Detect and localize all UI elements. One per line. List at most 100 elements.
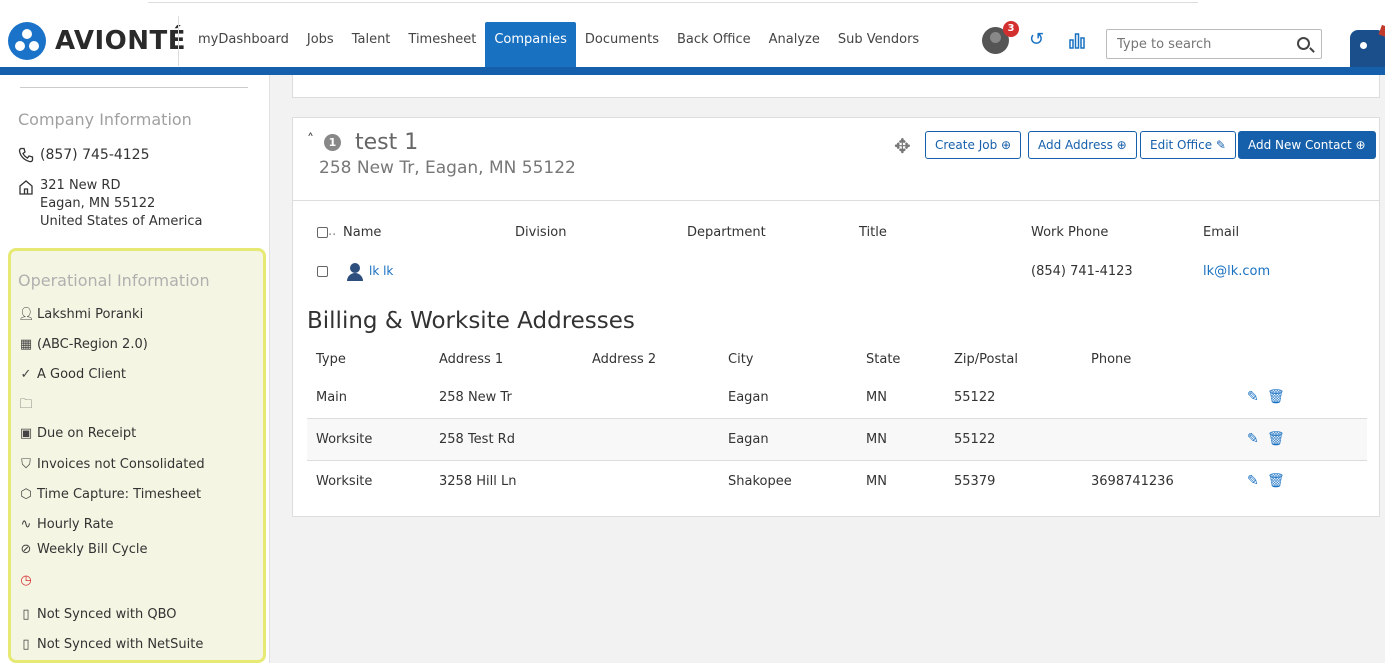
addr-col-zip[interactable]: Zip/Postal <box>954 352 1018 367</box>
addr-state: MN <box>866 390 887 405</box>
contacts-col-title[interactable]: Title <box>859 225 887 240</box>
contact-avatar-icon <box>346 263 364 281</box>
office-card: ˄ 1 test 1 258 New Tr, Eagan, MN 55122 ✥… <box>292 117 1380 517</box>
nav-item-analyze[interactable]: Analyze <box>760 22 829 67</box>
op-region-row: ▦ (ABC-Region 2.0) <box>18 337 148 352</box>
calendar-icon: ▣ <box>19 426 33 441</box>
contact-work-phone: (854) 741-4123 <box>1031 264 1133 279</box>
brand-logo[interactable]: AVIONTÉ <box>8 22 186 60</box>
nav-item-sub-vendors[interactable]: Sub Vendors <box>829 22 928 67</box>
nav-item-talent[interactable]: Talent <box>343 22 400 67</box>
bar-chart-icon[interactable] <box>1068 31 1086 53</box>
contact-name-link[interactable]: lk lk <box>369 264 393 278</box>
contacts-col-department[interactable]: Department <box>687 225 766 240</box>
select-all-checkbox[interactable] <box>317 227 328 238</box>
create-job-button[interactable]: Create Job ⊕ <box>925 131 1022 159</box>
user-icon: 👤︎ <box>18 307 35 322</box>
addr-col-phone[interactable]: Phone <box>1091 352 1131 367</box>
addr-type: Worksite <box>316 432 373 447</box>
contacts-col-name[interactable]: Name <box>343 225 381 240</box>
op-time-capture-row: ⬡ Time Capture: Timesheet <box>18 487 201 502</box>
table-row: Worksite 258 Test Rd Eagan MN 55122 ✎ 🗑︎ <box>307 419 1367 461</box>
addr-zip: 55379 <box>954 474 996 489</box>
previous-card-bottom <box>292 75 1380 98</box>
office-number-badge: 1 <box>324 134 341 151</box>
company-info-title: Company Information <box>18 110 192 129</box>
contacts-col-email[interactable]: Email <box>1203 225 1239 240</box>
op-netsuite-row: ▯ Not Synced with NetSuite <box>18 637 203 652</box>
addr-col-address1[interactable]: Address 1 <box>439 352 503 367</box>
op-invoices: Invoices not Consolidated <box>37 457 205 472</box>
nav-item-documents[interactable]: Documents <box>576 22 668 67</box>
company-address-line1: 321 New RD <box>40 178 121 193</box>
op-netsuite: Not Synced with NetSuite <box>37 637 204 652</box>
op-folder-row: 🗀︎ <box>18 395 37 417</box>
select-all-dropdown-icon[interactable]: .. <box>328 224 336 239</box>
contact-row-checkbox[interactable] <box>317 266 328 277</box>
global-search[interactable] <box>1106 29 1322 59</box>
op-time-capture: Time Capture: Timesheet <box>37 487 202 502</box>
office-name: test 1 <box>355 130 419 155</box>
sidebar-divider <box>20 87 248 88</box>
edit-pencil-icon[interactable]: ✎ <box>1247 431 1259 447</box>
move-icon[interactable]: ✥ <box>894 134 911 158</box>
op-qbo-row: ▯ Not Synced with QBO <box>18 607 177 622</box>
add-new-contact-button[interactable]: Add New Contact ⊕ <box>1238 131 1376 159</box>
book-icon: ▯ <box>22 607 30 622</box>
search-input[interactable] <box>1107 30 1282 58</box>
addr-col-address2[interactable]: Address 2 <box>592 352 656 367</box>
delete-trash-icon[interactable]: 🗑︎ <box>1267 431 1285 447</box>
op-region: (ABC-Region 2.0) <box>37 337 148 352</box>
edit-pencil-icon[interactable]: ✎ <box>1247 473 1259 489</box>
addr-col-city[interactable]: City <box>728 352 753 367</box>
contact-email-link[interactable]: lk@lk.com <box>1203 264 1270 279</box>
search-icon[interactable] <box>1297 37 1310 50</box>
nav-item-jobs[interactable]: Jobs <box>298 22 343 67</box>
addr-type: Worksite <box>316 474 373 489</box>
collapse-chevron-icon[interactable]: ˄ <box>307 132 314 148</box>
addr-col-type[interactable]: Type <box>316 352 346 367</box>
company-address-line2: Eagan, MN 55122 <box>40 196 156 211</box>
op-qbo: Not Synced with QBO <box>37 607 177 622</box>
table-row: Main 258 New Tr Eagan MN 55122 ✎ 🗑︎ <box>307 377 1367 419</box>
op-rate-row: ∿ Hourly Rate <box>18 517 114 532</box>
refresh-icon[interactable]: ↺ <box>1029 31 1044 49</box>
addr-address1: 258 New Tr <box>439 390 512 405</box>
edit-pencil-icon[interactable]: ✎ <box>1247 389 1259 405</box>
op-invoices-row: ⛉ Invoices not Consolidated <box>18 457 205 472</box>
logo-divider <box>178 16 179 66</box>
building-icon: ▦ <box>19 337 33 352</box>
card-divider <box>293 200 1379 201</box>
header-accent-bar <box>0 67 1385 75</box>
nav-item-companies[interactable]: Companies <box>485 22 576 67</box>
contacts-col-work-phone[interactable]: Work Phone <box>1031 225 1108 240</box>
clock-icon: ◷ <box>20 573 32 588</box>
edit-office-button[interactable]: Edit Office ✎ <box>1140 131 1236 159</box>
delete-trash-icon[interactable]: 🗑︎ <box>1267 473 1285 489</box>
contacts-col-division[interactable]: Division <box>515 225 567 240</box>
addr-address1: 258 Test Rd <box>439 432 515 447</box>
addr-city: Eagan <box>728 390 769 405</box>
add-address-button[interactable]: Add Address ⊕ <box>1028 131 1137 159</box>
nav-item-timesheet[interactable]: Timesheet <box>399 22 485 67</box>
office-address: 258 New Tr, Eagan, MN 55122 <box>319 158 576 178</box>
nav-item-mydashboard[interactable]: myDashboard <box>189 22 298 67</box>
company-address-row: 321 New RD Eagan, MN 55122 United States… <box>18 177 202 231</box>
mascot-avatar-icon[interactable] <box>1350 30 1385 67</box>
addr-type: Main <box>316 390 348 405</box>
browser-strip <box>148 0 1198 3</box>
op-bill-cycle-row: ⊘ Weekly Bill Cycle <box>18 542 148 557</box>
avionte-logo-icon <box>8 22 46 60</box>
addr-zip: 55122 <box>954 390 996 405</box>
company-phone-row: (857) 745-4125 <box>18 147 150 163</box>
book-icon: ▯ <box>22 637 30 652</box>
company-phone: (857) 745-4125 <box>40 147 150 163</box>
brand-name: AVIONTÉ <box>55 26 187 56</box>
addr-city: Shakopee <box>728 474 792 489</box>
notification-badge[interactable]: 3 <box>1003 21 1019 37</box>
check-circle-icon: ⊘ <box>20 542 32 557</box>
delete-trash-icon[interactable]: 🗑︎ <box>1267 389 1285 405</box>
addr-phone: 3698741236 <box>1091 474 1174 489</box>
addr-col-state[interactable]: State <box>866 352 900 367</box>
nav-item-back-office[interactable]: Back Office <box>668 22 760 67</box>
